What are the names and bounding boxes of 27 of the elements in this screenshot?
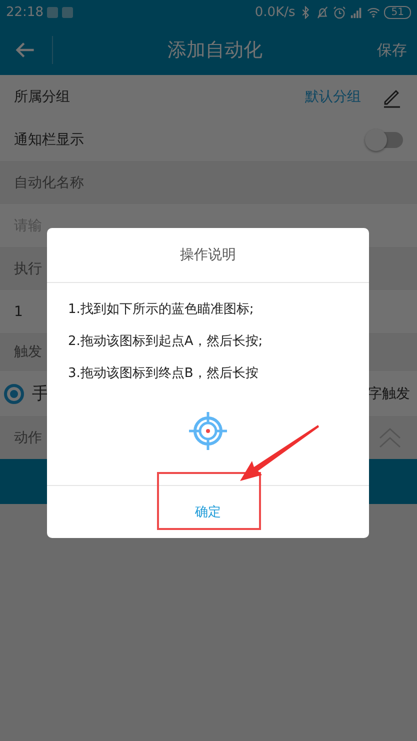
network-speed: 0.0K/s [254, 5, 296, 20]
instruction-text: 2.拖动该图标到起点A，然后长按; [68, 333, 264, 351]
wifi-icon [367, 6, 380, 19]
signal-icon [350, 6, 364, 19]
radio-button[interactable] [4, 384, 24, 404]
crosshair-icon [188, 411, 228, 451]
instruction-text: 3.拖动该图标到终点B，然后长按 [68, 365, 260, 383]
section-label: 触发 [14, 343, 42, 361]
section-label: 执行 [14, 260, 42, 278]
field-label: 所属分组 [14, 88, 70, 106]
confirm-button[interactable]: 确定 [185, 499, 231, 525]
instruction-text: 1.找到如下所示的蓝色瞄准图标; [68, 301, 255, 319]
radio-label: 字触发 [368, 384, 410, 402]
section-label: 自动化名称 [14, 174, 84, 192]
group-value[interactable]: 默认分组 [305, 88, 361, 106]
dialog-title: 操作说明 [47, 228, 369, 283]
battery-level: 51 [384, 6, 411, 19]
status-time: 22:18 [6, 5, 44, 20]
execution-count: 1 [14, 304, 23, 320]
radio-label: 手 [32, 383, 49, 405]
bell-off-icon [316, 6, 330, 19]
notification-toggle[interactable] [367, 132, 403, 148]
section-label: 动作 [14, 428, 42, 446]
field-label: 通知栏显示 [14, 130, 84, 148]
save-button[interactable]: 保存 [377, 40, 407, 60]
page-title: 添加自动化 [166, 38, 264, 63]
alarm-icon [333, 6, 346, 19]
